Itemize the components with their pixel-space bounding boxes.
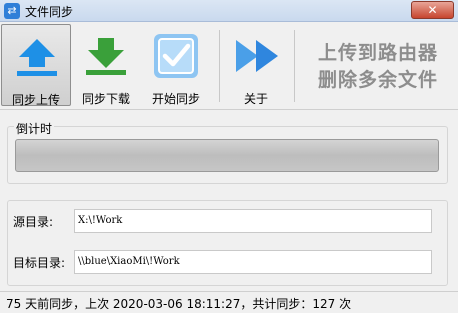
window-title: 文件同步: [25, 5, 74, 19]
sync-download-button[interactable]: 同步下载: [71, 24, 141, 106]
promo-line-2: 删除多余文件: [318, 69, 439, 91]
source-dir-label: 源目录:: [13, 215, 54, 229]
source-dir-input[interactable]: X:\!Work: [74, 209, 432, 233]
promo-line-1: 上传到路由器: [318, 42, 439, 64]
target-dir-label: 目标目录:: [13, 256, 66, 270]
status-bar: 75 天前同步，上次 2020-03-06 18:11:27，共计同步：127 …: [0, 291, 458, 313]
status-text: 75 天前同步，上次 2020-03-06 18:11:27，共计同步：127 …: [6, 297, 352, 311]
sync-download-label: 同步下载: [81, 92, 130, 106]
target-dir-input[interactable]: \\blue\XiaoMi\!Work: [74, 250, 432, 274]
title-bar[interactable]: ⇄ 文件同步 ✕: [0, 0, 458, 22]
promo-text: 上传到路由器 删除多余文件: [318, 40, 438, 94]
countdown-progress-bar: [15, 139, 439, 172]
upload-arrow-icon: [17, 39, 57, 76]
start-sync-button[interactable]: 开始同步: [141, 24, 211, 106]
fast-forward-icon: [236, 40, 278, 72]
about-label: 关于: [243, 92, 268, 106]
close-button[interactable]: ✕: [411, 1, 454, 19]
sync-app-icon: ⇄: [4, 3, 20, 19]
sync-upload-button[interactable]: 同步上传: [1, 24, 71, 107]
download-arrow-icon: [86, 38, 126, 75]
toolbar: 同步上传 同步下载 开始同步 关于 上传到路由器 删除多余文件: [0, 22, 458, 108]
start-sync-label: 开始同步: [151, 92, 200, 106]
countdown-label: 倒计时: [14, 120, 55, 137]
toolbar-separator: [219, 30, 220, 102]
about-button[interactable]: 关于: [221, 24, 291, 106]
sync-upload-label: 同步上传: [11, 93, 60, 107]
toolbar-separator: [294, 30, 295, 102]
divider: [0, 109, 458, 110]
checkbox-icon: [154, 34, 198, 78]
